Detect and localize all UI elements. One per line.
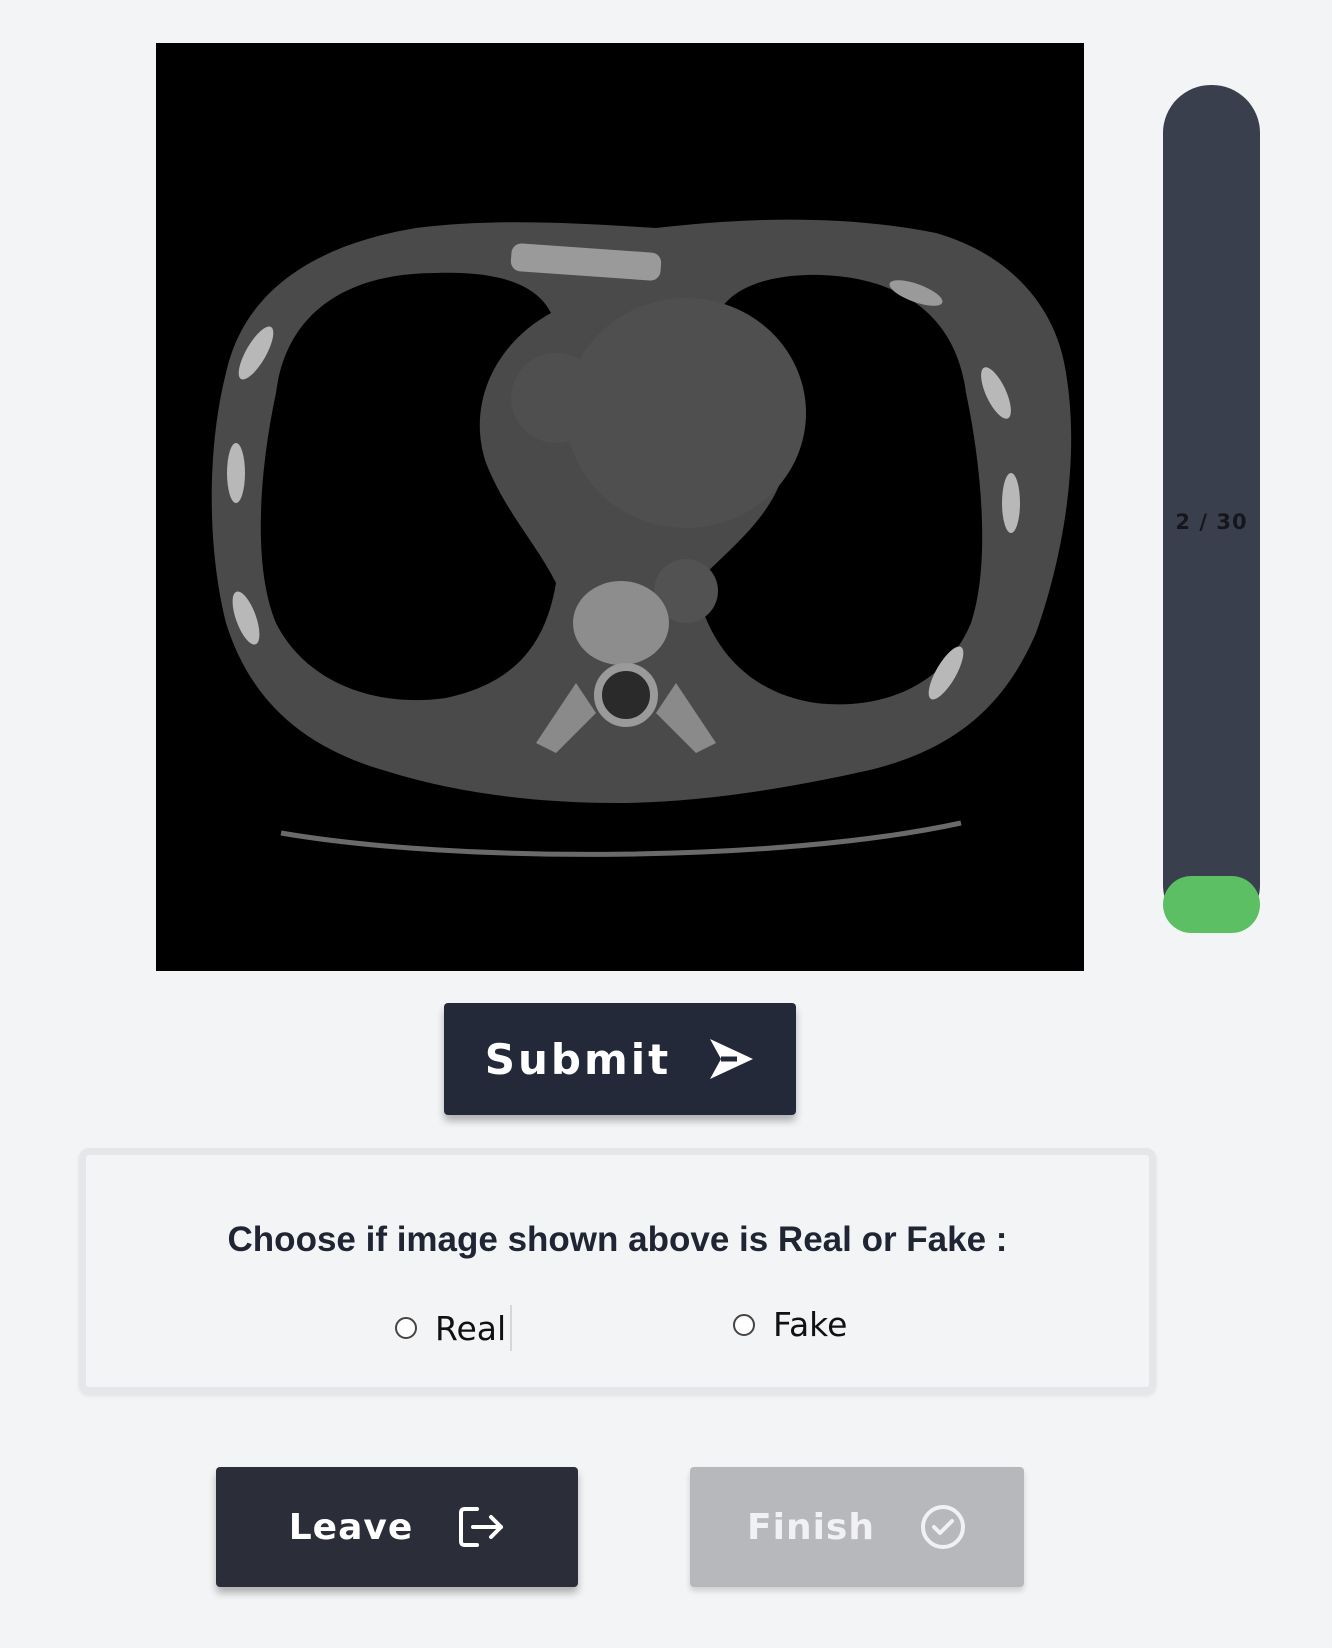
finish-button[interactable]: Finish <box>690 1467 1024 1587</box>
leave-label: Leave <box>288 1506 414 1548</box>
progress-label: 2 / 30 <box>1175 510 1248 534</box>
radio-real[interactable]: Real <box>395 1305 513 1351</box>
progress-bar: 2 / 30 <box>1163 85 1260 933</box>
check-circle-icon <box>919 1503 967 1551</box>
question-text: Choose if image shown above is Real or F… <box>227 1220 1008 1259</box>
radio-fake-circle[interactable] <box>733 1313 755 1336</box>
logout-icon <box>457 1505 505 1549</box>
finish-label: Finish <box>747 1506 875 1548</box>
radio-real-circle[interactable] <box>395 1317 417 1339</box>
radio-fake-label[interactable]: Fake <box>773 1305 847 1344</box>
submit-button[interactable]: Submit <box>444 1003 796 1115</box>
text-caret <box>510 1305 513 1351</box>
app-root: 2 / 30 Submit Choose if image shown abov… <box>0 0 1332 1648</box>
send-arrow-icon <box>707 1037 755 1081</box>
question-panel: Choose if image shown above is Real or F… <box>79 1148 1156 1394</box>
radio-fake[interactable]: Fake <box>733 1305 847 1344</box>
submit-label: Submit <box>484 1034 672 1084</box>
radio-real-label[interactable]: Real <box>435 1309 506 1348</box>
progress-fill <box>1163 876 1260 933</box>
ct-scan-image <box>156 43 1084 971</box>
leave-button[interactable]: Leave <box>216 1467 578 1587</box>
